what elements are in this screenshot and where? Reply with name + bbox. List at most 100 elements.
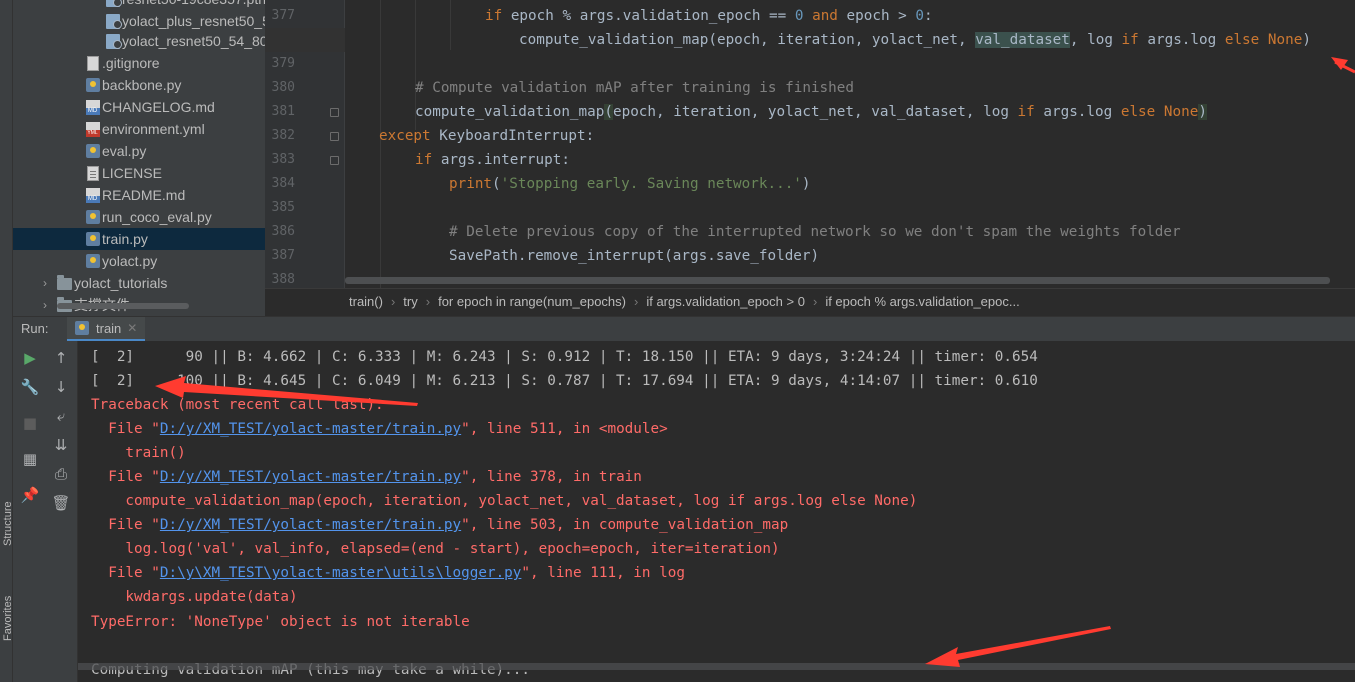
frame-suffix: ", line 503, in compute_validation_map <box>461 517 789 533</box>
editor-hscrollbar[interactable] <box>345 277 1330 284</box>
tree-item-label: yolact.py <box>102 253 158 269</box>
python-file-icon <box>85 253 100 269</box>
code-line-377: if epoch % args.validation_epoch == 0 an… <box>485 8 933 24</box>
line-number: 379 <box>271 56 295 71</box>
run-tool-header: Run: train ✕ <box>13 316 1355 342</box>
console-hscrollbar[interactable] <box>78 663 1355 670</box>
tree-item[interactable]: LICENSE <box>85 162 162 184</box>
markdown-file-icon <box>85 187 100 203</box>
tree-item-label: yolact_tutorials <box>74 275 168 291</box>
run-tab-train[interactable]: train ✕ <box>67 317 146 342</box>
traceback-header: Traceback (most recent call last): <box>91 397 384 413</box>
run-tab-label: train <box>96 320 122 336</box>
project-tree-panel: resnet50-19c8e357.pth yolact_plus_resnet5… <box>13 0 265 316</box>
tree-item-label: resnet50-19c8e357.pth <box>122 0 265 7</box>
frame-prefix: File " <box>91 517 160 533</box>
tree-item[interactable]: › yolact_tutorials <box>43 272 167 294</box>
markdown-file-icon <box>85 99 100 115</box>
tree-item[interactable]: yolact_resnet50_54_800000.pth <box>105 30 265 52</box>
line-number: 384 <box>271 176 295 191</box>
line-number: 377 <box>271 8 295 23</box>
yaml-file-icon <box>85 121 100 137</box>
frame-suffix: ", line 511, in <module> <box>461 421 668 437</box>
tree-item[interactable]: backbone.py <box>85 74 181 96</box>
tree-item-label: LICENSE <box>102 165 162 181</box>
layout-icon[interactable]: ▦ <box>21 450 39 468</box>
breadcrumb-item[interactable]: if args.validation_epoch > 0 <box>646 294 805 309</box>
frame-prefix: File " <box>91 421 160 437</box>
trash-icon[interactable]: 🗑 <box>51 494 70 512</box>
code-line-383: if args.interrupt: <box>415 152 570 168</box>
tree-item[interactable]: run_coco_eval.py <box>85 206 212 228</box>
tree-item-label: eval.py <box>102 143 147 159</box>
breadcrumb-separator-icon: › <box>390 294 396 309</box>
tree-item-label: CHANGELOG.md <box>102 99 215 115</box>
close-icon[interactable]: ✕ <box>127 321 137 335</box>
python-icon <box>75 321 89 335</box>
error-message: TypeError: 'NoneType' object is not iter… <box>91 614 470 630</box>
print-icon[interactable]: ⎙ <box>52 465 70 483</box>
tree-item[interactable]: yolact_plus_resnet50_54_800000.pth <box>105 10 265 32</box>
line-number: 382 <box>271 128 295 143</box>
traceback-frame: File "D:/y/XM_TEST/yolact-master/train.p… <box>91 513 788 537</box>
pin-icon[interactable]: 📌 <box>21 486 40 504</box>
fold-marker[interactable] <box>330 132 339 141</box>
code-editor[interactable]: if epoch % args.validation_epoch == 0 an… <box>345 0 1355 288</box>
run-console[interactable]: [ 2] 90 || B: 4.662 | C: 6.333 | M: 6.24… <box>78 341 1355 682</box>
pt-file-icon <box>105 33 122 49</box>
folder-icon <box>57 275 72 291</box>
line-number: 387 <box>271 248 295 263</box>
tree-item-label: yolact_plus_resnet50_54_800000.pth <box>122 13 265 29</box>
tree-item-label: README.md <box>102 187 186 203</box>
arrow-down-icon[interactable]: ↓ <box>52 378 70 396</box>
file-path-link[interactable]: D:/y/XM_TEST/yolact-master/train.py <box>160 469 461 485</box>
wrench-icon[interactable]: 🔧 <box>21 378 40 396</box>
tree-item[interactable]: yolact.py <box>85 250 157 272</box>
fold-marker[interactable] <box>330 108 339 117</box>
tree-item[interactable]: .gitignore <box>85 52 160 74</box>
project-tree-hscrollbar[interactable] <box>57 303 189 309</box>
breadcrumb: train() › try › for epoch in range(num_epoch… <box>265 288 1355 314</box>
line-number: 383 <box>271 152 295 167</box>
code-line-387: SavePath.remove_interrupt(args.save_fold… <box>449 248 820 264</box>
tree-item[interactable]: environment.yml <box>85 118 205 140</box>
file-path-link[interactable]: D:/y/XM_TEST/yolact-master/train.py <box>160 517 461 533</box>
breadcrumb-item[interactable]: if epoch % args.validation_epoc... <box>825 294 1019 309</box>
tree-item[interactable]: README.md <box>85 184 185 206</box>
breadcrumb-separator-icon: › <box>812 294 818 309</box>
tree-item[interactable]: resnet50-19c8e357.pth <box>105 0 265 10</box>
chevron-right-icon[interactable]: › <box>43 276 57 290</box>
tree-item-label: .gitignore <box>102 55 160 71</box>
rerun-icon[interactable]: ▶ <box>21 349 39 367</box>
breadcrumb-item[interactable]: for epoch in range(num_epochs) <box>438 294 626 309</box>
run-toolbar-primary: ▶ 🔧 ■ ▦ 📌 <box>13 341 46 682</box>
breadcrumb-separator-icon: › <box>633 294 639 309</box>
tree-item[interactable]: train.py <box>13 228 265 250</box>
tree-item-label: train.py <box>102 231 148 247</box>
run-toolbar-secondary: ↑ ↓ ⤶ ⇊ ⎙ 🗑 <box>46 341 78 682</box>
console-progress-line: [ 2] 90 || B: 4.662 | C: 6.333 | M: 6.24… <box>91 349 1038 365</box>
tree-item-label: run_coco_eval.py <box>102 209 212 225</box>
breadcrumb-item[interactable]: try <box>403 294 417 309</box>
arrow-up-icon[interactable]: ↑ <box>52 349 70 367</box>
file-path-link[interactable]: D:/y/XM_TEST/yolact-master/train.py <box>160 421 461 437</box>
stop-icon[interactable]: ■ <box>21 414 39 432</box>
tree-item[interactable]: CHANGELOG.md <box>85 96 215 118</box>
frame-prefix: File " <box>91 469 160 485</box>
breadcrumb-separator-icon: › <box>425 294 431 309</box>
file-path-link[interactable]: D:\y\XM_TEST\yolact-master\utils\logger.… <box>160 565 522 581</box>
line-number: 380 <box>271 80 295 95</box>
structure-tool-label[interactable]: Structure <box>2 501 14 546</box>
traceback-frame: File "D:/y/XM_TEST/yolact-master/train.p… <box>91 417 668 441</box>
breadcrumb-item[interactable]: train() <box>349 294 383 309</box>
soft-wrap-icon[interactable]: ⤶ <box>52 407 70 425</box>
line-number: 381 <box>271 104 295 119</box>
frame-prefix: File " <box>91 565 160 581</box>
favorites-tool-label[interactable]: Favorites <box>2 595 14 641</box>
chevron-right-icon[interactable]: › <box>43 298 57 312</box>
python-file-icon <box>85 231 100 247</box>
tree-item[interactable]: eval.py <box>85 140 146 162</box>
fold-marker[interactable] <box>330 156 339 165</box>
line-number: 385 <box>271 200 295 215</box>
scroll-to-end-icon[interactable]: ⇊ <box>52 436 70 454</box>
